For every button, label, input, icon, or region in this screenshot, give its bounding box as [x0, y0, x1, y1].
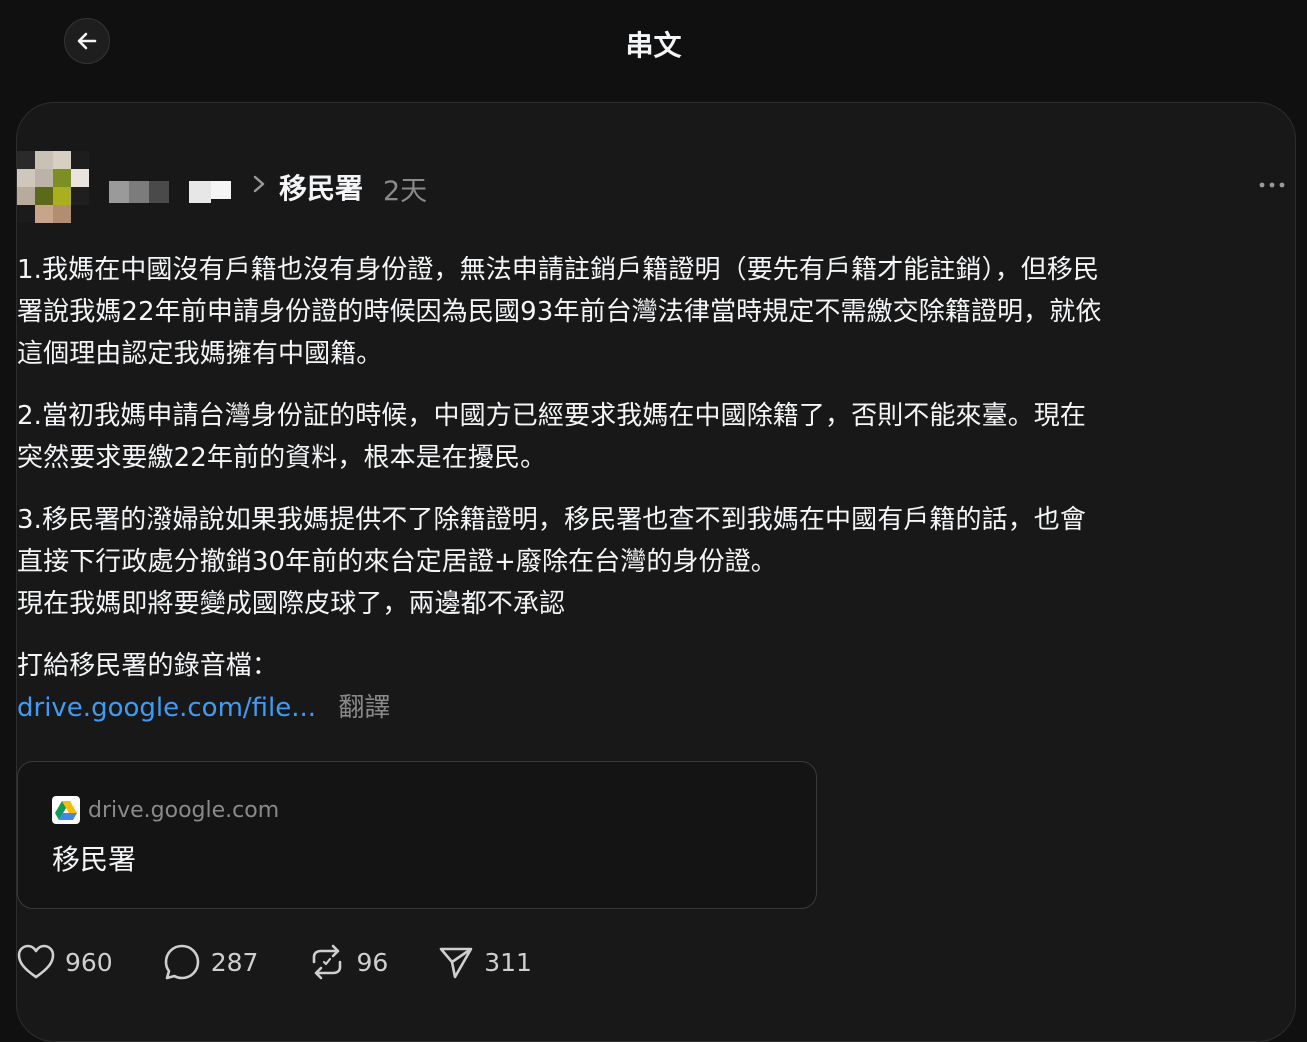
- post-paragraph: 1.我媽在中國沒有戶籍也沒有身份證，無法申請註銷戶籍證明（要先有戶籍才能註銷），…: [17, 255, 1102, 369]
- chevron-right-icon: [253, 175, 265, 193]
- link-preview-card[interactable]: drive.google.com 移民署: [17, 761, 817, 909]
- page-title: 串文: [625, 29, 682, 62]
- share-count: 311: [484, 947, 532, 977]
- more-horizontal-icon[interactable]: [1257, 173, 1287, 197]
- comment-count: 287: [210, 947, 259, 977]
- community-link[interactable]: 移民署: [279, 167, 363, 207]
- google-drive-icon: [52, 796, 80, 824]
- avatar[interactable]: [17, 151, 89, 223]
- like-count: 960: [65, 947, 113, 977]
- like-button[interactable]: 960: [17, 944, 113, 980]
- top-bar: 串文: [0, 0, 1307, 88]
- repost-icon: [313, 944, 342, 980]
- preview-domain-row: drive.google.com: [52, 796, 279, 824]
- username-redacted[interactable]: [109, 181, 239, 203]
- heart-icon: [17, 944, 55, 979]
- post-time: 2天: [383, 176, 428, 207]
- action-bar: 960 287 96 311: [17, 943, 582, 981]
- post-paragraph: 打給移民署的錄音檔：: [17, 651, 279, 681]
- post-paragraph: 2.當初我媽申請台灣身份証的時候，中國方已經要求我媽在中國除籍了，否則不能來臺。…: [17, 401, 1087, 473]
- external-link[interactable]: drive.google.com/file...: [17, 693, 316, 723]
- post-paragraph: 3.移民署的潑婦說如果我媽提供不了除籍證明，移民署也查不到我媽在中國有戶籍的話，…: [17, 505, 1087, 619]
- preview-title: 移民署: [52, 843, 137, 876]
- post-body: 1.我媽在中國沒有戶籍也沒有身份證，無法申請註銷戶籍證明（要先有戶籍才能註銷），…: [17, 249, 1295, 707]
- preview-domain: drive.google.com: [88, 797, 280, 823]
- comment-bubble-icon: [164, 944, 200, 980]
- repost-button[interactable]: 96: [308, 943, 388, 981]
- paper-plane-icon: [439, 947, 473, 979]
- repost-count: 96: [356, 947, 389, 977]
- translate-button[interactable]: 翻譯: [338, 693, 390, 723]
- comment-button[interactable]: 287: [163, 943, 259, 981]
- share-button[interactable]: 311: [438, 944, 532, 980]
- link-row: drive.google.com/file... 翻譯: [17, 687, 390, 729]
- post-card: 移民署 2天 1.我媽在中國沒有戶籍也沒有身份證，無法申請註銷戶籍證明（要先有戶…: [16, 102, 1296, 1042]
